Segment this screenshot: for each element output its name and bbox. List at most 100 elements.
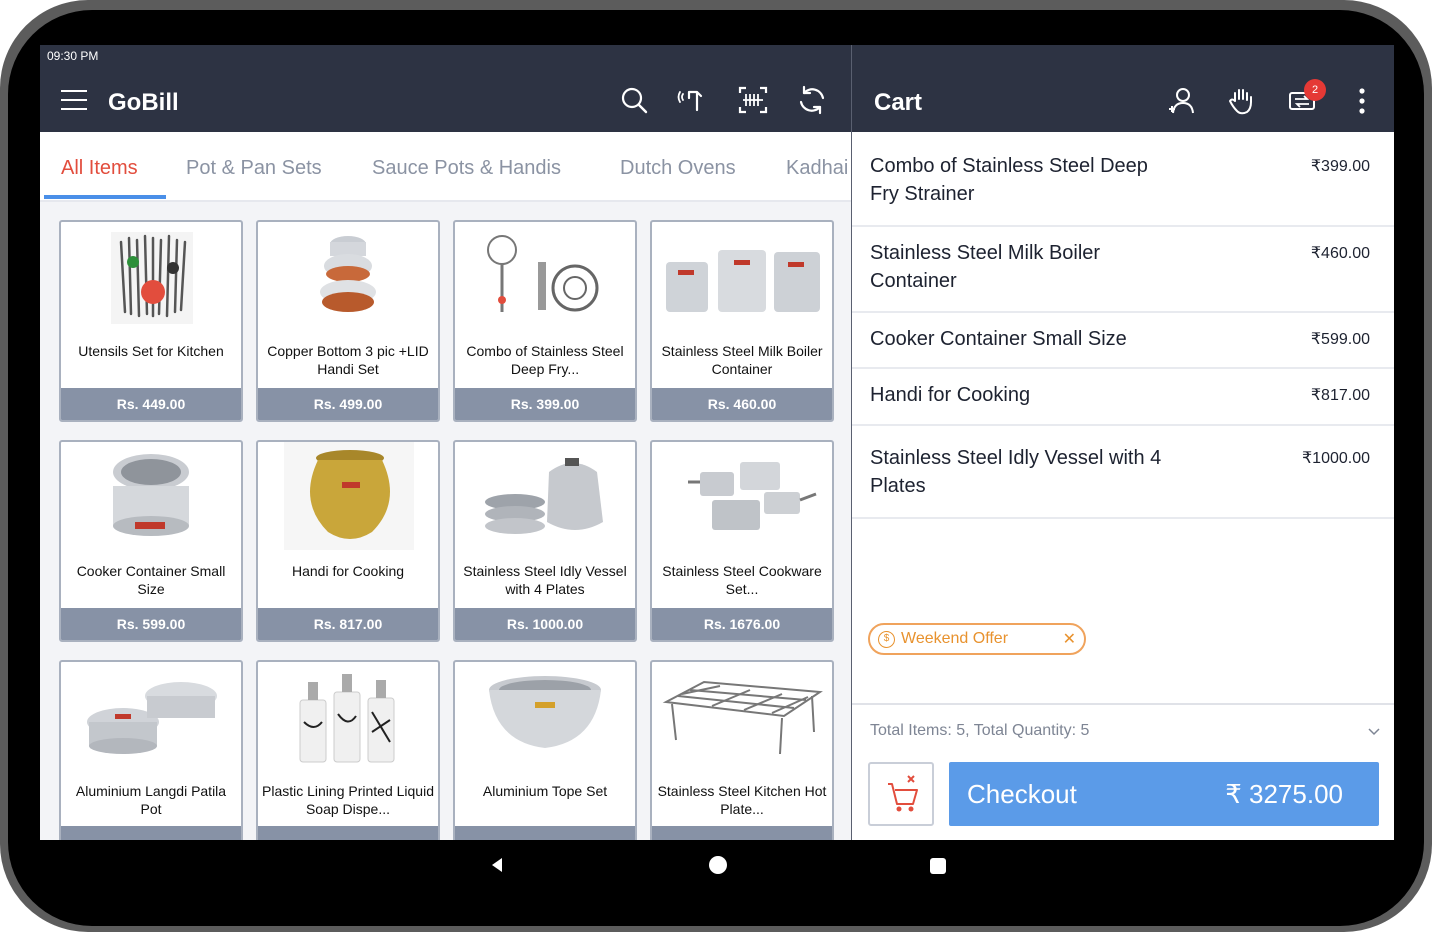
search-icon[interactable] xyxy=(618,84,650,116)
cart-title: Cart xyxy=(874,89,923,116)
product-card[interactable]: Utensils Set for Kitchen Rs. 449.00 xyxy=(59,220,243,422)
cart-item[interactable]: Stainless Steel Idly Vessel with 4 Plate… xyxy=(852,426,1394,519)
product-image xyxy=(111,232,193,324)
product-image xyxy=(688,462,817,530)
cart-item-price: ₹399.00 xyxy=(1310,158,1370,175)
menu-icon[interactable] xyxy=(61,90,87,110)
product-price xyxy=(652,826,832,840)
product-image xyxy=(87,682,217,754)
cart-item-price: ₹460.00 xyxy=(1310,245,1370,262)
product-name: Copper Bottom 3 pic +LID Handi Set xyxy=(267,343,429,377)
totals-text: Total Items: 5, Total Quantity: 5 xyxy=(870,722,1090,739)
barcode-scan-icon[interactable] xyxy=(677,84,709,116)
offer-icon: $ xyxy=(878,631,895,648)
product-price: Rs. 1000.00 xyxy=(455,608,635,640)
product-name: Plastic Lining Printed Liquid Soap Dispe… xyxy=(262,783,434,817)
more-vertical-icon[interactable] xyxy=(1346,85,1378,117)
cart-clear-icon xyxy=(888,775,918,812)
checkout-amount: ₹ 3275.00 xyxy=(1225,779,1343,809)
product-card[interactable]: Stainless Steel Cookware Set... Rs. 1676… xyxy=(650,440,834,642)
product-card[interactable]: Stainless Steel Idly Vessel with 4 Plate… xyxy=(453,440,637,642)
hold-hand-icon[interactable] xyxy=(1226,85,1258,117)
product-image xyxy=(113,454,189,536)
home-icon[interactable] xyxy=(708,855,728,875)
product-price: Rs. 399.00 xyxy=(455,388,635,420)
offer-chip[interactable]: $ Weekend Offer ✕ xyxy=(868,623,1086,655)
product-image xyxy=(284,442,414,550)
product-image xyxy=(662,680,823,755)
product-name: Stainless Steel Kitchen Hot Plate... xyxy=(657,783,827,817)
product-image xyxy=(489,676,601,748)
system-nav-bar xyxy=(40,840,1394,890)
product-card[interactable]: Plastic Lining Printed Liquid Soap Dispe… xyxy=(256,660,440,840)
product-card[interactable]: Stainless Steel Milk Boiler Container Rs… xyxy=(650,220,834,422)
tab-dutch-ovens[interactable]: Dutch Ovens xyxy=(620,157,736,180)
app-toolbar: GoBill xyxy=(40,67,851,132)
product-card[interactable]: Stainless Steel Kitchen Hot Plate... xyxy=(650,660,834,840)
product-image xyxy=(299,674,395,763)
status-time: 09:30 PM xyxy=(47,49,99,63)
product-grid: Utensils Set for Kitchen Rs. 449.00 Copp… xyxy=(40,202,851,840)
back-icon[interactable] xyxy=(488,856,506,874)
cart-item[interactable]: Combo of Stainless Steel Deep Fry Strain… xyxy=(852,132,1394,227)
product-image xyxy=(487,235,599,312)
notification-badge: 2 xyxy=(1304,79,1326,101)
product-card[interactable]: Aluminium Tope Set xyxy=(453,660,637,840)
product-price: Rs. 817.00 xyxy=(258,608,438,640)
offer-label: Weekend Offer xyxy=(901,630,1009,647)
tab-kadhai[interactable]: Kadhai xyxy=(786,157,848,180)
cart-item-price: ₹599.00 xyxy=(1310,331,1370,348)
cart-item-name: Cooker Container Small Size xyxy=(870,328,1127,350)
cart-item-name: Combo of Stainless Steel Deep Fry Strain… xyxy=(870,155,1148,205)
app-title: GoBill xyxy=(108,89,179,116)
active-tab-indicator xyxy=(44,195,166,199)
qr-scan-icon[interactable] xyxy=(737,84,769,116)
cart-item[interactable]: Stainless Steel Milk Boiler Container ₹4… xyxy=(852,227,1394,313)
cart-item-price: ₹1000.00 xyxy=(1301,450,1370,467)
cart-item-price: ₹817.00 xyxy=(1310,387,1370,404)
product-price: Rs. 1676.00 xyxy=(652,608,832,640)
product-name: Aluminium Langdi Patila Pot xyxy=(75,783,227,817)
product-name: Utensils Set for Kitchen xyxy=(78,343,224,359)
product-card[interactable]: Copper Bottom 3 pic +LID Handi Set Rs. 4… xyxy=(256,220,440,422)
cart-item[interactable]: Handi for Cooking ₹817.00 xyxy=(852,369,1394,426)
close-icon[interactable]: ✕ xyxy=(1063,629,1076,649)
product-name: Stainless Steel Idly Vessel with 4 Plate… xyxy=(463,563,627,597)
cart-item-name: Stainless Steel Milk Boiler Container xyxy=(870,242,1101,292)
product-image xyxy=(320,236,376,312)
product-price xyxy=(455,826,635,840)
checkout-label: Checkout xyxy=(967,779,1077,809)
product-name: Handi for Cooking xyxy=(291,563,405,579)
product-name: Aluminium Tope Set xyxy=(482,783,608,799)
customer-icon[interactable] xyxy=(1166,85,1198,117)
clear-cart-button[interactable] xyxy=(868,762,934,826)
product-name: Combo of Stainless Steel Deep Fry... xyxy=(466,343,624,377)
cart-item-name: Handi for Cooking xyxy=(870,384,1031,406)
product-image xyxy=(666,250,820,312)
app-screen: 09:30 PM GoBill Cart 2 All Items Pot & P… xyxy=(40,45,1394,840)
product-card[interactable]: Cooker Container Small Size Rs. 599.00 xyxy=(59,440,243,642)
cart-item-name: Stainless Steel Idly Vessel with 4 Plate… xyxy=(870,447,1162,497)
product-name: Stainless Steel Cookware Set... xyxy=(662,563,822,597)
cart-item[interactable]: Cooker Container Small Size ₹599.00 xyxy=(852,313,1394,369)
product-price: Rs. 499.00 xyxy=(258,388,438,420)
tab-pot-pan-sets[interactable]: Pot & Pan Sets xyxy=(186,157,322,180)
product-price: Rs. 449.00 xyxy=(61,388,241,420)
category-tabs: All Items Pot & Pan Sets Sauce Pots & Ha… xyxy=(40,132,851,202)
product-card[interactable]: Aluminium Langdi Patila Pot xyxy=(59,660,243,840)
chevron-down-icon[interactable] xyxy=(1368,725,1380,737)
product-card[interactable]: Handi for Cooking Rs. 817.00 xyxy=(256,440,440,642)
product-card[interactable]: Combo of Stainless Steel Deep Fry... Rs.… xyxy=(453,220,637,422)
product-price: Rs. 599.00 xyxy=(61,608,241,640)
tab-all-items[interactable]: All Items xyxy=(61,157,138,180)
product-image xyxy=(485,458,603,534)
checkout-button[interactable]: Checkout ₹ 3275.00 xyxy=(949,762,1379,826)
tab-sauce-pots-handis[interactable]: Sauce Pots & Handis xyxy=(372,157,561,180)
product-price: Rs. 460.00 xyxy=(652,388,832,420)
refresh-icon[interactable] xyxy=(796,84,828,116)
product-price xyxy=(258,826,438,840)
cart-summary: Total Items: 5, Total Quantity: 5 Checko… xyxy=(852,703,1394,840)
product-name: Cooker Container Small Size xyxy=(76,563,226,597)
cart-toolbar: Cart 2 xyxy=(852,45,1394,132)
recents-icon[interactable] xyxy=(929,857,947,875)
